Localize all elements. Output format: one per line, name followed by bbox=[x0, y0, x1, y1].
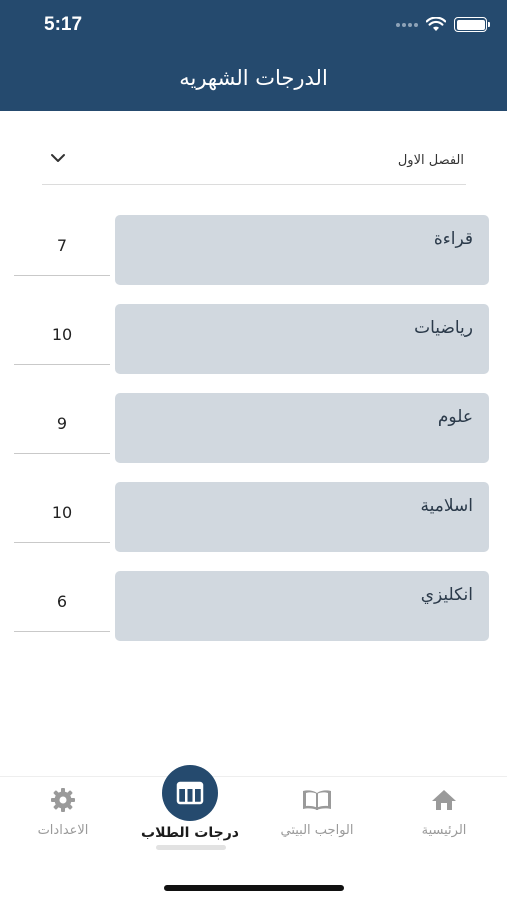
subject-card: قراءة bbox=[115, 215, 489, 285]
subject-card: انكليزي bbox=[115, 571, 489, 641]
active-tab-underline bbox=[156, 845, 226, 850]
tab-home[interactable]: الرئيسية bbox=[381, 777, 507, 857]
active-tab-indicator[interactable] bbox=[162, 765, 218, 821]
subject-card: رياضيات bbox=[115, 304, 489, 374]
battery-icon bbox=[454, 17, 490, 32]
subject-row: 9 علوم bbox=[0, 393, 507, 465]
score-field[interactable]: 10 bbox=[14, 482, 110, 543]
home-icon bbox=[432, 790, 456, 810]
subject-name: انكليزي bbox=[420, 585, 473, 605]
subject-card: اسلامية bbox=[115, 482, 489, 552]
status-indicators bbox=[396, 17, 490, 32]
wifi-icon bbox=[426, 17, 446, 31]
subject-name: رياضيات bbox=[414, 318, 473, 338]
subject-row: 10 اسلامية bbox=[0, 482, 507, 554]
home-indicator bbox=[164, 885, 344, 891]
subject-name: قراءة bbox=[433, 229, 473, 249]
score-field[interactable]: 10 bbox=[14, 304, 110, 365]
score-field[interactable]: 6 bbox=[14, 571, 110, 632]
subject-name: اسلامية bbox=[420, 496, 473, 516]
subject-row: 10 رياضيات bbox=[0, 304, 507, 376]
tab-homework-label: الواجب البيتي bbox=[280, 823, 354, 838]
table-icon bbox=[176, 781, 204, 805]
subject-card: علوم bbox=[115, 393, 489, 463]
tab-home-label: الرئيسية bbox=[421, 823, 467, 838]
subject-name: علوم bbox=[437, 407, 473, 427]
page-title: الدرجات الشهريه bbox=[179, 66, 328, 90]
bottom-tab-bar: الاعدادات درجات الطلاب الواجب البيتي الر… bbox=[0, 776, 507, 900]
score-field[interactable]: 9 bbox=[14, 393, 110, 454]
chevron-down-icon bbox=[51, 154, 65, 162]
tab-homework[interactable]: الواجب البيتي bbox=[254, 777, 380, 857]
tab-student-grades-label: درجات الطلاب bbox=[141, 825, 239, 841]
score-field[interactable]: 7 bbox=[14, 215, 110, 276]
subject-row: 6 انكليزي bbox=[0, 571, 507, 643]
tab-settings[interactable]: الاعدادات bbox=[0, 777, 126, 857]
term-selected-value: الفصل الاول bbox=[397, 153, 464, 168]
tab-settings-label: الاعدادات bbox=[37, 823, 89, 838]
term-dropdown[interactable]: الفصل الاول bbox=[42, 140, 466, 185]
status-time: 5:17 bbox=[44, 14, 83, 35]
signal-icon bbox=[396, 22, 418, 27]
book-icon bbox=[303, 790, 331, 810]
gear-icon bbox=[51, 788, 75, 812]
app-header: 5:17 الدرجات الشهريه bbox=[0, 0, 507, 111]
subject-row: 7 قراءة bbox=[0, 215, 507, 287]
